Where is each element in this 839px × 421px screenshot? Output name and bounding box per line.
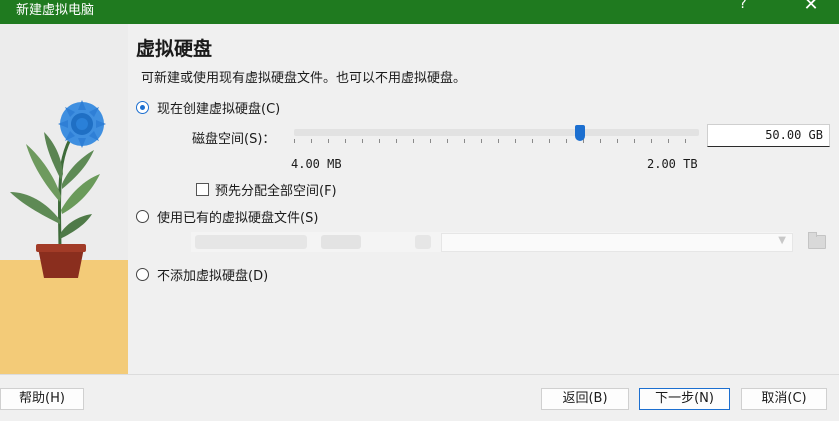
window-title: 新建虚拟电脑 [16, 2, 95, 18]
chevron-down-icon: ▼ [778, 235, 786, 246]
slider-track [294, 129, 699, 136]
preallocate-checkbox[interactable] [196, 183, 209, 196]
max-size-label: 2.00 TB [647, 157, 698, 171]
title-bar: 新建虚拟电脑 ? ✕ [0, 0, 839, 24]
page-title: 虚拟硬盘 [136, 38, 213, 60]
choose-disk-button[interactable] [806, 232, 828, 252]
create-disk-radio[interactable] [136, 101, 149, 114]
create-disk-label: 现在创建虚拟硬盘(C) [157, 102, 281, 117]
use-existing-label: 使用已有的虚拟硬盘文件(S) [157, 211, 319, 226]
preallocate-label: 预先分配全部空间(F) [215, 184, 337, 199]
help-title-button[interactable]: ? [733, 0, 753, 20]
new-vm-dialog: 新建虚拟电脑 ? ✕ 虚拟硬盘 可新建或使用现有虚拟硬盘文件。也可以不用虚拟硬盘… [0, 0, 839, 421]
min-size-label: 4.00 MB [291, 157, 342, 171]
slider-ticks [294, 139, 699, 143]
help-button[interactable]: 帮助(H) [0, 388, 84, 410]
flower-icon [0, 24, 128, 374]
divider [0, 374, 839, 375]
use-existing-radio[interactable] [136, 210, 149, 223]
existing-disk-select[interactable]: ▼ [191, 232, 793, 252]
cancel-button[interactable]: 取消(C) [741, 388, 827, 410]
close-button[interactable]: ✕ [796, 0, 826, 18]
blurred-item [415, 235, 431, 249]
folder-icon [808, 232, 826, 249]
disk-size-slider[interactable] [294, 125, 699, 147]
disk-size-label: 磁盘空间(S)： [192, 132, 276, 147]
use-existing-option[interactable]: 使用已有的虚拟硬盘文件(S) [136, 207, 318, 226]
no-disk-option[interactable]: 不添加虚拟硬盘(D) [136, 265, 268, 284]
create-disk-option[interactable]: 现在创建虚拟硬盘(C) [136, 98, 280, 117]
no-disk-label: 不添加虚拟硬盘(D) [157, 269, 269, 284]
disk-size-input[interactable]: 50.00 GB [707, 124, 830, 147]
potted-flower-illustration [0, 24, 128, 374]
no-disk-radio[interactable] [136, 268, 149, 281]
preallocate-option[interactable]: 预先分配全部空间(F) [196, 180, 337, 199]
blurred-item [321, 235, 361, 249]
back-button[interactable]: 返回(B) [541, 388, 629, 410]
blurred-item [195, 235, 307, 249]
page-subtitle: 可新建或使用现有虚拟硬盘文件。也可以不用虚拟硬盘。 [141, 71, 467, 86]
slider-handle[interactable] [574, 125, 585, 141]
existing-disk-field[interactable]: ▼ [441, 233, 793, 252]
next-button[interactable]: 下一步(N) [639, 388, 730, 410]
